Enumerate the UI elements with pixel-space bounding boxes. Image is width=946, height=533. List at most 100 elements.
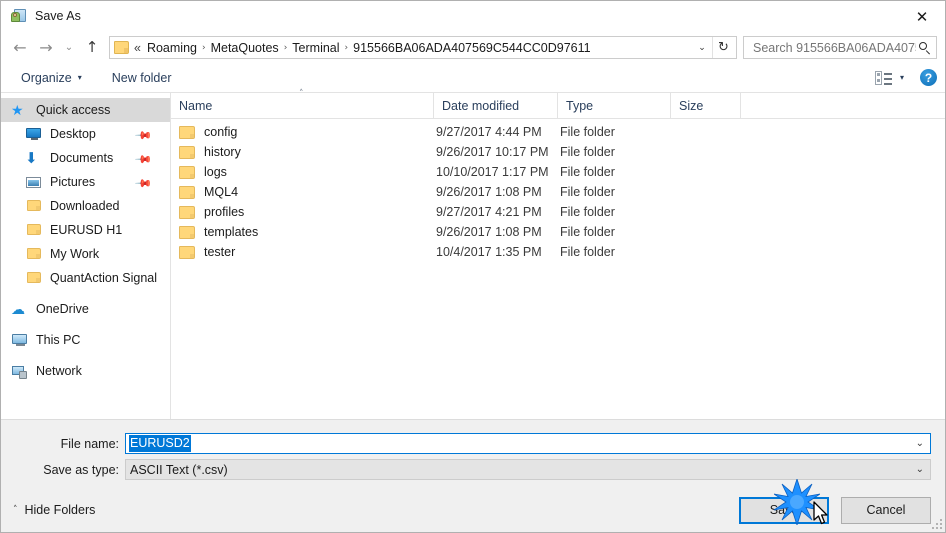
- file-name-value: EURUSD2: [129, 435, 191, 452]
- sidebar-item-eurusd-h1[interactable]: EURUSD H1: [1, 218, 170, 242]
- save-as-type-row: Save as type: ASCII Text (*.csv) ⌄: [1, 459, 945, 480]
- pin-icon[interactable]: 📌: [134, 150, 153, 169]
- table-row[interactable]: MQL4 9/26/2017 1:08 PM File folder: [171, 182, 945, 202]
- file-type-cell: File folder: [560, 225, 615, 239]
- table-row[interactable]: profiles 9/27/2017 4:21 PM File folder: [171, 202, 945, 222]
- breadcrumb-item-terminal[interactable]: Terminal: [288, 39, 343, 57]
- new-folder-button[interactable]: New folder: [106, 68, 178, 88]
- save-button[interactable]: Save: [739, 496, 829, 524]
- pin-icon[interactable]: 📌: [134, 126, 153, 145]
- table-row[interactable]: tester 10/4/2017 1:35 PM File folder: [171, 242, 945, 262]
- resize-grip[interactable]: [930, 517, 942, 529]
- dialog-body: ★ Quick access Desktop 📌 ⬇ Documents 📌 P…: [1, 89, 945, 419]
- sidebar-item-documents[interactable]: ⬇ Documents 📌: [1, 146, 170, 170]
- navigation-pane: ★ Quick access Desktop 📌 ⬇ Documents 📌 P…: [1, 93, 171, 419]
- chevron-down-icon[interactable]: ⌄: [916, 464, 924, 475]
- file-name-label: File name:: [60, 436, 119, 451]
- sidebar-item-label: Quick access: [36, 103, 111, 117]
- folder-icon: [25, 246, 43, 262]
- search-icon[interactable]: [918, 41, 932, 55]
- sidebar-item-downloaded[interactable]: Downloaded: [1, 194, 170, 218]
- sidebar-item-onedrive[interactable]: ☁ OneDrive: [1, 297, 170, 321]
- file-name-label: templates: [204, 225, 259, 239]
- file-date-cell: 9/26/2017 10:17 PM: [436, 145, 549, 159]
- file-name-input[interactable]: EURUSD2 ⌄: [125, 433, 931, 454]
- recent-locations-button[interactable]: ⌄: [59, 36, 79, 60]
- breadcrumb-overflow[interactable]: «: [132, 39, 143, 57]
- column-header-date-modified[interactable]: Date modified: [434, 92, 558, 119]
- command-toolbar: Organize ▾ New folder ▾ ?: [1, 63, 945, 93]
- file-date-cell: 9/27/2017 4:44 PM: [436, 125, 542, 139]
- cancel-button[interactable]: Cancel: [841, 496, 931, 524]
- organize-button[interactable]: Organize ▾: [15, 68, 88, 88]
- column-header-label: Date modified: [442, 98, 520, 113]
- breadcrumb-item-metaquotes[interactable]: MetaQuotes: [207, 39, 283, 57]
- file-type-cell: File folder: [560, 165, 615, 179]
- sidebar-item-pictures[interactable]: Pictures 📌: [1, 170, 170, 194]
- folder-icon: [179, 225, 195, 239]
- column-header-size[interactable]: Size: [671, 92, 741, 119]
- help-button[interactable]: ?: [920, 69, 937, 86]
- file-type-cell: File folder: [560, 205, 615, 219]
- save-as-icon: [11, 8, 27, 25]
- table-row[interactable]: history 9/26/2017 10:17 PM File folder: [171, 142, 945, 162]
- save-form: File name: EURUSD2 ⌄ Save as type: ASCII…: [1, 419, 945, 488]
- this-pc-icon: [11, 332, 29, 348]
- table-row[interactable]: templates 9/26/2017 1:08 PM File folder: [171, 222, 945, 242]
- pin-icon[interactable]: 📌: [134, 174, 153, 193]
- breadcrumb-item-instance[interactable]: 915566BA06ADA407569C544CC0D97611: [349, 39, 594, 57]
- sidebar-item-quantaction-signal[interactable]: QuantAction Signal: [1, 266, 170, 290]
- column-header-type[interactable]: Type: [558, 92, 671, 119]
- file-name-cell: MQL4: [171, 185, 434, 199]
- search-box[interactable]: [743, 36, 937, 59]
- folder-icon: [25, 198, 43, 214]
- column-header-label: Name: [179, 98, 213, 113]
- breadcrumb-item-roaming[interactable]: Roaming: [143, 39, 201, 57]
- hide-folders-label: Hide Folders: [24, 503, 96, 517]
- sort-ascending-icon: ˄: [299, 88, 304, 99]
- chevron-down-icon[interactable]: ⌄: [692, 37, 712, 58]
- column-header-name[interactable]: Name ˄: [171, 89, 434, 119]
- table-row[interactable]: config 9/27/2017 4:44 PM File folder: [171, 122, 945, 142]
- folder-icon: [114, 41, 129, 54]
- onedrive-icon: ☁: [11, 302, 25, 318]
- file-name-label: history: [204, 145, 241, 159]
- table-row[interactable]: logs 10/10/2017 1:17 PM File folder: [171, 162, 945, 182]
- file-type-cell: File folder: [560, 125, 615, 139]
- file-name-label: tester: [204, 245, 236, 259]
- network-icon: [11, 363, 29, 379]
- sidebar-item-label: OneDrive: [36, 302, 89, 316]
- hide-folders-button[interactable]: ˄ Hide Folders: [13, 503, 95, 517]
- column-header-label: Type: [566, 98, 594, 113]
- navigation-bar: ← → ⌄ ↑ « Roaming › MetaQuotes › Termina…: [1, 32, 945, 63]
- window-title: Save As: [35, 9, 81, 24]
- desktop-icon: [25, 126, 43, 142]
- folder-icon: [179, 165, 195, 179]
- sidebar-item-my-work[interactable]: My Work: [1, 242, 170, 266]
- forward-button[interactable]: →: [33, 36, 59, 60]
- back-button[interactable]: ←: [7, 36, 33, 60]
- search-input[interactable]: [751, 39, 918, 56]
- chevron-down-icon[interactable]: ⌄: [916, 438, 924, 449]
- sidebar-item-desktop[interactable]: Desktop 📌: [1, 122, 170, 146]
- up-button[interactable]: ↑: [79, 36, 105, 60]
- save-as-type-select[interactable]: ASCII Text (*.csv) ⌄: [125, 459, 931, 480]
- folder-icon: [179, 185, 195, 199]
- close-icon[interactable]: ✕: [899, 1, 945, 32]
- file-date-cell: 9/27/2017 4:21 PM: [436, 205, 542, 219]
- sidebar-item-label: Desktop: [50, 127, 96, 141]
- view-options-chevron-down-icon[interactable]: ▾: [900, 73, 904, 82]
- sidebar-item-this-pc[interactable]: This PC: [1, 328, 170, 352]
- refresh-icon[interactable]: ↻: [712, 37, 734, 58]
- folder-icon: [179, 245, 195, 259]
- file-date-cell: 10/10/2017 1:17 PM: [436, 165, 549, 179]
- view-mode-icon[interactable]: [874, 70, 892, 85]
- sidebar-item-quick-access[interactable]: ★ Quick access: [1, 98, 170, 122]
- star-icon: ★: [11, 103, 24, 119]
- sidebar-item-network[interactable]: Network: [1, 359, 170, 383]
- address-bar[interactable]: « Roaming › MetaQuotes › Terminal › 9155…: [109, 36, 737, 59]
- file-name-label: profiles: [204, 205, 245, 219]
- sidebar-item-label: This PC: [36, 333, 81, 347]
- file-date-cell: 9/26/2017 1:08 PM: [436, 185, 542, 199]
- pictures-icon: [25, 174, 43, 190]
